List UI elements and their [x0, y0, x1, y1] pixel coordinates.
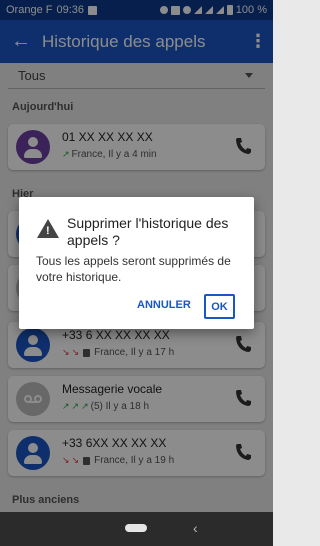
dialog-message: Tous les appels seront supprimés de votr…	[36, 254, 231, 284]
nav-back-icon[interactable]: ‹	[193, 520, 198, 536]
dialog-title: Supprimer l'historique des appels ?	[67, 215, 229, 248]
delete-history-dialog: ! Supprimer l'historique des appels ? To…	[19, 197, 254, 329]
ok-button[interactable]: OK	[204, 294, 235, 319]
cancel-button[interactable]: ANNULER	[137, 299, 191, 311]
home-pill-icon[interactable]	[125, 524, 147, 532]
warning-icon: !	[37, 219, 59, 238]
system-nav-bar: ‹	[0, 512, 273, 546]
screen: Orange F 09:36 100 % ← Historique des ap…	[0, 0, 273, 546]
